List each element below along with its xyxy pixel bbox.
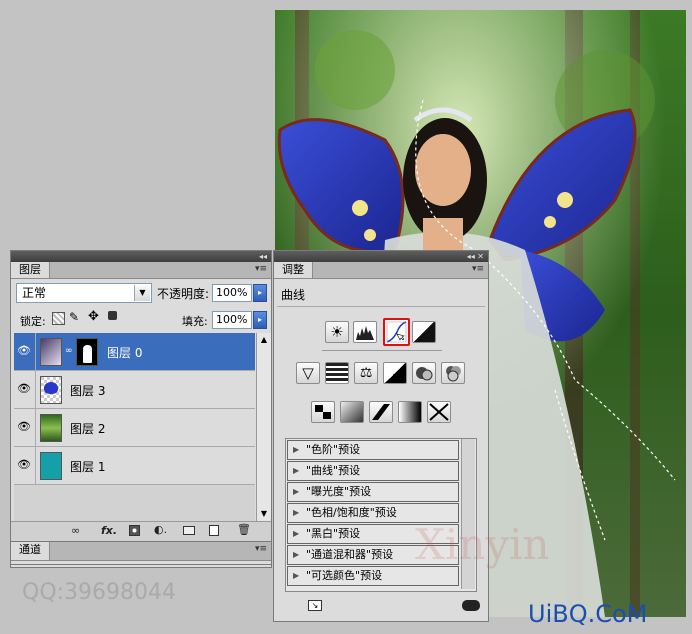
layer-thumbnail [40, 376, 62, 404]
layers-scrollbar[interactable]: ▲ ▼ [256, 333, 271, 521]
expand-icon: ▶ [293, 466, 300, 475]
invert-icon[interactable] [311, 401, 335, 423]
collapse-icon[interactable]: ◂◂ [467, 252, 475, 261]
fill-input[interactable]: 100% [212, 311, 252, 329]
link-icon[interactable]: ∞ [71, 524, 80, 537]
layer-thumbnail [40, 452, 62, 480]
layer-name: 图层 0 [107, 346, 143, 360]
mask-icon[interactable] [129, 525, 140, 536]
trash-icon[interactable]: 🗑 [237, 523, 251, 536]
preset-exposure[interactable]: ▶ "曝光度"预设 [287, 482, 459, 502]
expand-icon: ▶ [293, 445, 300, 454]
brightness-icon[interactable]: ☀ [325, 321, 349, 343]
brand-watermark: Xinyin [415, 520, 550, 569]
new-layer-icon[interactable] [209, 525, 219, 536]
group-icon[interactable] [183, 526, 195, 535]
lock-move-icon[interactable]: ✥ [88, 309, 99, 324]
lock-all-icon[interactable] [108, 311, 117, 320]
close-icon[interactable]: ✕ [477, 252, 484, 261]
fx-icon[interactable]: fx. [101, 524, 117, 537]
blend-mode-value: 正常 [22, 286, 47, 300]
layer-row-3[interactable]: 👁 图层 3 [14, 371, 255, 409]
blend-mode-select[interactable]: 正常 ▼ [16, 283, 152, 303]
layer-mask-thumbnail[interactable] [76, 338, 98, 366]
gradient-map-icon[interactable] [398, 401, 422, 423]
icon-row-divider [322, 350, 442, 351]
preset-levels[interactable]: ▶ "色阶"预设 [287, 440, 459, 460]
lock-transparent-icon[interactable] [52, 312, 65, 325]
site-watermark: UiBQ.CoM [528, 600, 648, 628]
preset-curves[interactable]: ▶ "曲线"预设 [287, 461, 459, 481]
layer-thumbnail [40, 414, 62, 442]
chain-icon[interactable]: ∞ [65, 346, 73, 356]
layer-row-1[interactable]: 👁 图层 1 [14, 447, 255, 485]
eye-icon[interactable]: 👁 [17, 383, 31, 395]
chevron-down-icon: ▼ [134, 285, 150, 301]
layers-footer: ∞ fx. ◐. 🗑 [11, 521, 271, 542]
lock-label: 锁定: [20, 315, 46, 328]
hue-saturation-icon[interactable] [325, 362, 349, 384]
exposure-icon[interactable] [412, 321, 436, 343]
opacity-label: 不透明度: [157, 287, 210, 301]
expand-icon: ▶ [293, 508, 300, 517]
adjustment-title: 曲线 [281, 288, 306, 302]
layer-name: 图层 1 [70, 460, 106, 474]
opacity-slider-button[interactable]: ▸ [253, 284, 267, 302]
posterize-icon[interactable] [340, 401, 364, 423]
fill-slider-button[interactable]: ▸ [253, 311, 267, 329]
tab-layers[interactable]: 图层 [11, 262, 50, 278]
adjustments-divider [277, 306, 485, 307]
clip-layer-icon[interactable] [462, 600, 480, 611]
eye-icon[interactable]: 👁 [17, 345, 31, 357]
tab-adjustments[interactable]: 调整 [274, 262, 313, 278]
color-balance-icon[interactable]: ⚖ [354, 362, 378, 384]
adjustment-layer-icon[interactable]: ◐. [154, 523, 167, 536]
expand-icon: ▶ [293, 529, 300, 538]
layer-thumbnail [40, 338, 62, 366]
layer-name: 图层 3 [70, 384, 106, 398]
expand-icon: ▶ [293, 487, 300, 496]
tab-channels[interactable]: 通道 [11, 542, 50, 560]
black-white-icon[interactable] [383, 362, 407, 384]
panel-menu-icon[interactable]: ▾≡ [472, 264, 484, 274]
layer-name: 图层 2 [70, 422, 106, 436]
opacity-input[interactable]: 100% [212, 284, 252, 302]
vibrance-icon[interactable]: ▽ [296, 362, 320, 384]
eye-icon[interactable]: 👁 [17, 459, 31, 471]
panel-menu-icon[interactable]: ▾≡ [255, 544, 267, 554]
layer-row-2[interactable]: 👁 图层 2 [14, 409, 255, 447]
scroll-up-icon[interactable]: ▲ [257, 333, 271, 347]
panel-menu-icon[interactable]: ▾≡ [255, 264, 267, 274]
channels-panel: 通道 ▾≡ [10, 541, 272, 565]
channel-mixer-icon[interactable] [441, 362, 465, 384]
curves-icon[interactable] [383, 318, 410, 346]
levels-icon[interactable] [353, 321, 377, 343]
photo-filter-icon[interactable] [412, 362, 436, 384]
lock-brush-icon[interactable]: ✎ [69, 310, 79, 324]
qq-watermark: QQ:39698044 [22, 580, 177, 605]
selective-color-icon[interactable] [427, 401, 451, 423]
layer-row-0[interactable]: 👁 ∞ 图层 0 [14, 333, 255, 371]
scroll-down-icon[interactable]: ▼ [257, 507, 271, 521]
adjustments-titlebar[interactable]: ◂◂ ✕ [274, 251, 488, 262]
expand-icon: ▶ [293, 550, 300, 559]
expand-icon: ▶ [293, 571, 300, 580]
fill-label: 填充: [182, 315, 208, 328]
layers-tabrow: 图层 ▾≡ [11, 262, 271, 279]
expand-view-icon[interactable]: ↘ [308, 600, 322, 611]
threshold-icon[interactable] [369, 401, 393, 423]
layers-panel-titlebar[interactable]: ◂◂ [11, 251, 271, 262]
preset-selective-color[interactable]: ▶ "可选颜色"预设 [287, 566, 459, 586]
eye-icon[interactable]: 👁 [17, 421, 31, 433]
collapse-icon[interactable]: ◂◂ [259, 252, 267, 261]
